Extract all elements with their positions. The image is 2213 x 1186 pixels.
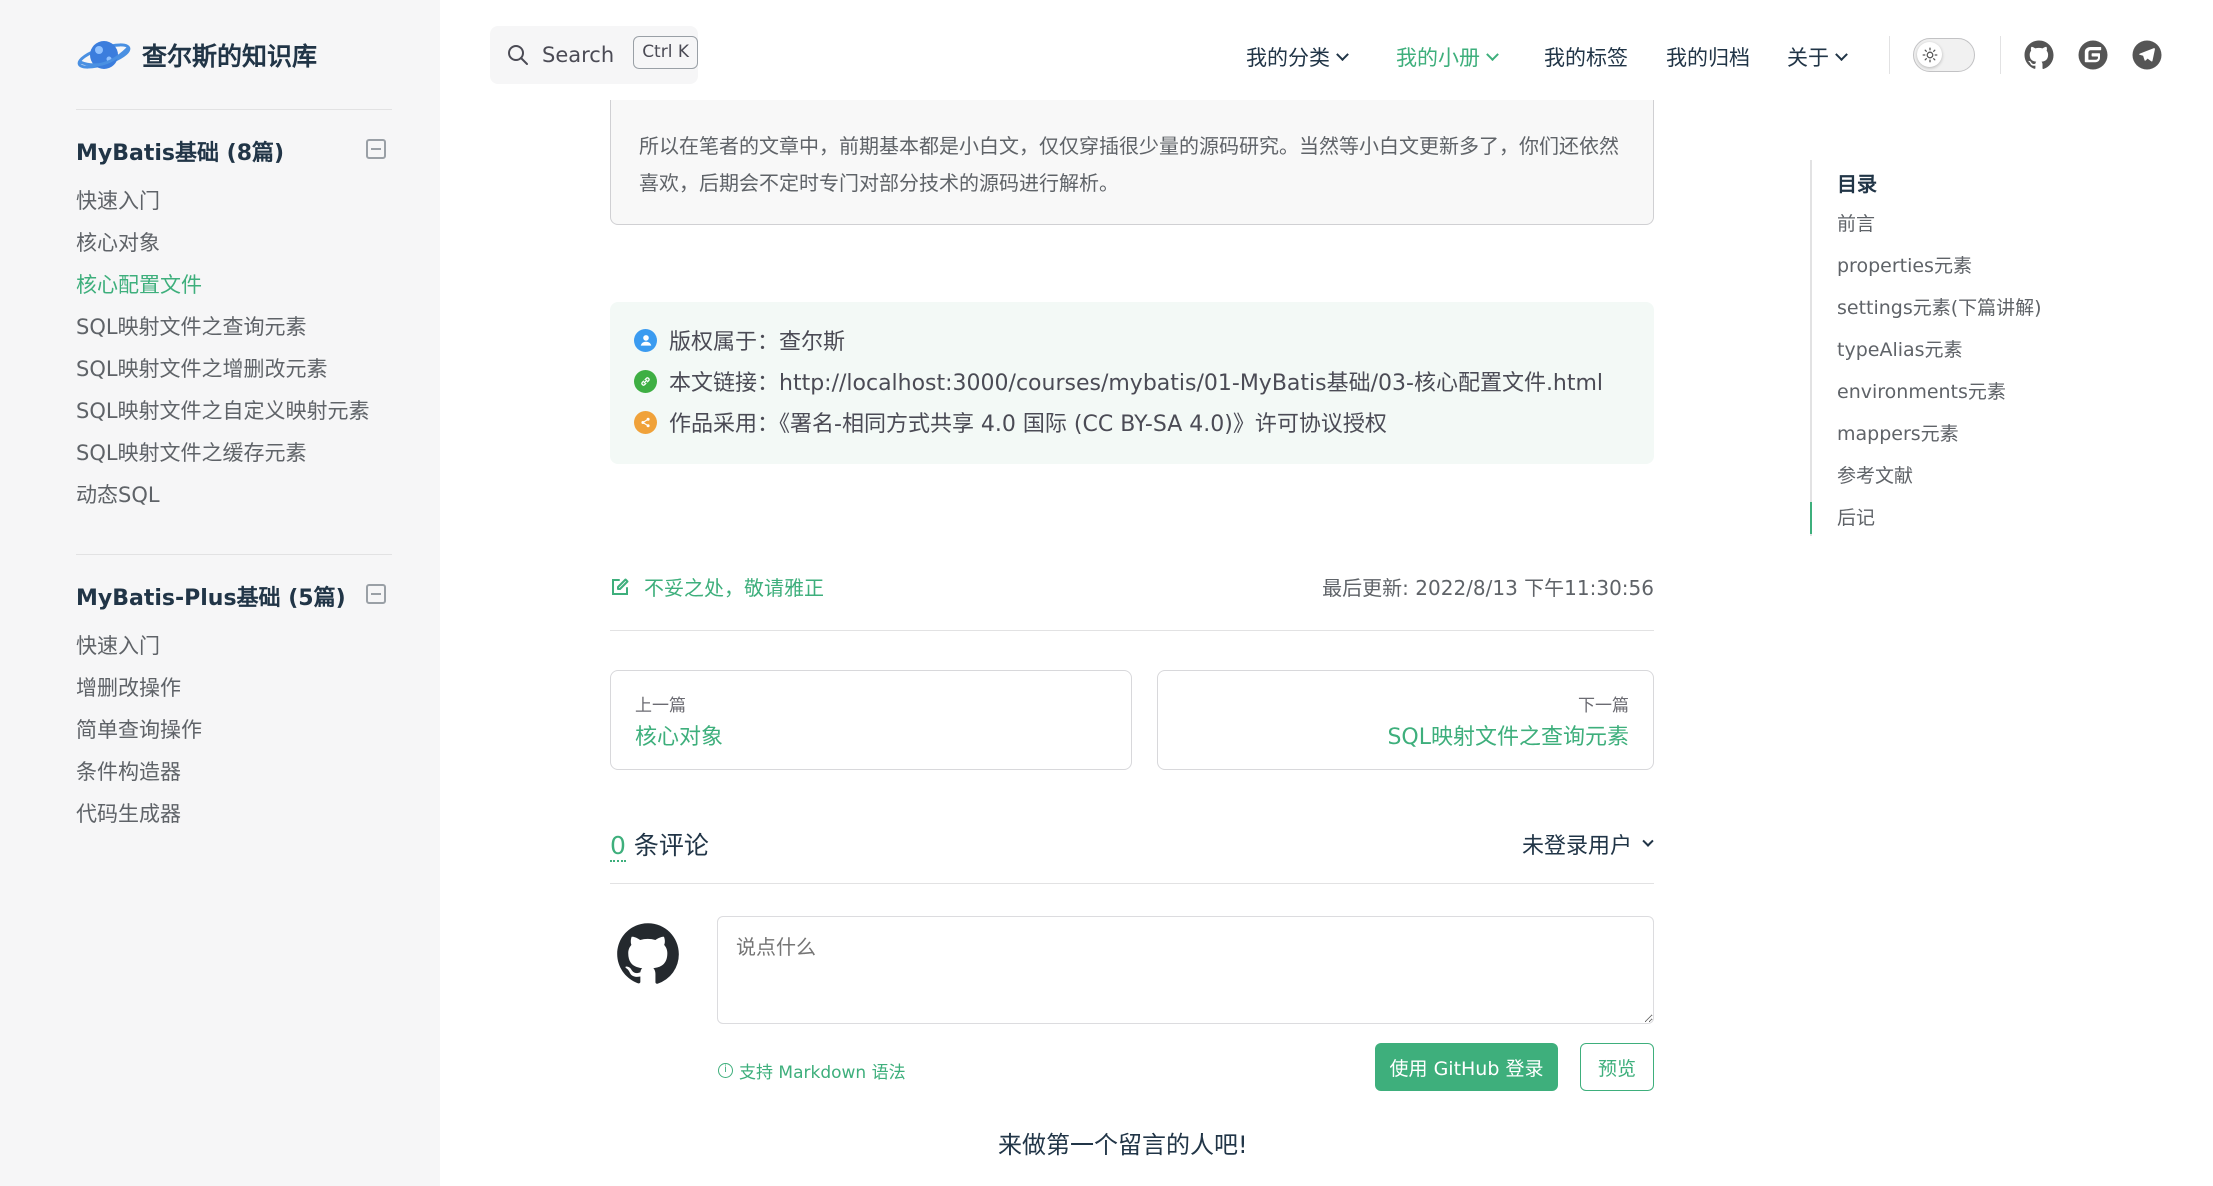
chevron-down-icon [1336, 47, 1349, 61]
share-icon [634, 410, 657, 434]
nav-about-label: 关于 [1787, 46, 1829, 70]
sidebar-group-title-mybatis[interactable]: MyBatis基础 (8篇) [76, 135, 284, 167]
comment-input[interactable] [717, 916, 1654, 1024]
sidebar-divider [76, 554, 392, 555]
nav-tags[interactable]: 我的标签 [1544, 42, 1628, 72]
sidebar-item-dynamic-sql[interactable]: 动态SQL [76, 479, 160, 509]
nav-divider [2000, 36, 2001, 74]
sidebar-item-mp-query[interactable]: 简单查询操作 [76, 714, 202, 744]
toc-item-environments[interactable]: environments元素 [1837, 377, 2006, 404]
toc-item-mappers[interactable]: mappers元素 [1837, 419, 1959, 446]
copyright-license[interactable]: 作品采用：《署名-相同方式共享 4.0 国际 (CC BY-SA 4.0)》许可… [669, 406, 1387, 438]
copyright-box: 版权属于：查尔斯 本文链接：http://localhost:3000/cour… [610, 302, 1654, 464]
last-updated: 最后更新: 2022/8/13 下午11:30:56 [1322, 576, 1654, 600]
next-page-title: SQL映射文件之查询元素 [1387, 725, 1629, 750]
link-icon [634, 369, 657, 393]
sidebar-item-mp-generator[interactable]: 代码生成器 [76, 798, 181, 828]
edit-page-label: 不妥之处，敬请雅正 [644, 576, 824, 600]
prev-page-link[interactable]: 上一篇 核心对象 [610, 670, 1132, 770]
user-icon [634, 328, 657, 352]
avatar [617, 923, 679, 984]
next-page-link[interactable]: 下一篇 SQL映射文件之查询元素 [1157, 670, 1654, 770]
gitee-icon[interactable] [2077, 39, 2109, 71]
nav-categories[interactable]: 我的分类 [1246, 42, 1349, 72]
theme-toggle[interactable] [1913, 38, 1975, 72]
nav-courses[interactable]: 我的小册 [1396, 42, 1499, 72]
prev-page-title: 核心对象 [635, 725, 724, 750]
user-menu[interactable]: 未登录用户 [1521, 828, 1654, 860]
search-label: Search [542, 43, 615, 67]
copyright-author: 版权属于：查尔斯 [669, 330, 846, 355]
toc-title: 目录 [1837, 172, 1877, 196]
sidebar-divider [76, 109, 392, 110]
copyright-link-line: 本文链接：http://localhost:3000/courses/mybat… [634, 365, 1603, 397]
sidebar-item-sql-query[interactable]: SQL映射文件之查询元素 [76, 311, 307, 341]
sidebar-item-sql-custom-map[interactable]: SQL映射文件之自定义映射元素 [76, 395, 370, 425]
toc-item-properties[interactable]: properties元素 [1837, 251, 1972, 278]
user-menu-label: 未登录用户 [1521, 834, 1632, 859]
sidebar-item-core-objects[interactable]: 核心对象 [76, 227, 160, 257]
empty-comments-message: 来做第一个留言的人吧! [998, 1131, 1248, 1159]
sidebar-item-mp-wrapper[interactable]: 条件构造器 [76, 756, 181, 786]
toc-active-marker [1810, 502, 1812, 534]
toc-item-preface[interactable]: 前言 [1837, 209, 1875, 236]
collapse-icon[interactable] [366, 139, 386, 159]
copyright-author-line: 版权属于：查尔斯 [634, 324, 845, 356]
nav-about[interactable]: 关于 [1787, 42, 1848, 72]
markdown-hint-label: 支持 Markdown 语法 [739, 1063, 906, 1083]
sidebar-item-sql-crud[interactable]: SQL映射文件之增删改元素 [76, 353, 328, 383]
toc-track [1810, 160, 1812, 536]
chevron-down-icon [1486, 47, 1499, 61]
toc-item-afterword[interactable]: 后记 [1837, 503, 1875, 530]
comment-count-label: 条评论 [625, 831, 709, 860]
sidebar: 查尔斯的知识库 MyBatis基础 (8篇) 快速入门 核心对象 核心配置文件 … [0, 0, 440, 1186]
search-button[interactable]: Search Ctrl K [490, 26, 698, 84]
nav-categories-label: 我的分类 [1246, 46, 1330, 70]
nav-courses-label: 我的小册 [1396, 46, 1480, 70]
site-logo[interactable]: 查尔斯的知识库 [76, 30, 317, 80]
copyright-license-line: 作品采用：《署名-相同方式共享 4.0 国际 (CC BY-SA 4.0)》许可… [634, 406, 1387, 438]
sidebar-item-core-config[interactable]: 核心配置文件 [76, 269, 202, 299]
github-icon[interactable] [2023, 39, 2055, 71]
planet-logo-icon [77, 41, 131, 69]
nav-tags-label: 我的标签 [1544, 46, 1628, 70]
site-title: 查尔斯的知识库 [142, 42, 318, 71]
chevron-down-icon [1835, 47, 1848, 61]
nav-archives-label: 我的归档 [1666, 46, 1750, 70]
chevron-down-icon [1642, 835, 1654, 847]
edit-icon [612, 578, 629, 595]
sidebar-item-mp-quickstart[interactable]: 快速入门 [76, 630, 160, 660]
nav-divider [1889, 36, 1890, 74]
blockquote-text: 所以在笔者的文章中，前期基本都是小白文，仅仅穿插很少量的源码研究。当然等小白文更… [639, 134, 1619, 195]
toc-item-settings[interactable]: settings元素(下篇讲解) [1837, 293, 2042, 320]
preview-button[interactable]: 预览 [1580, 1043, 1654, 1091]
sidebar-group-title-mybatis-plus[interactable]: MyBatis-Plus基础 (5篇) [76, 580, 346, 612]
collapse-icon[interactable] [366, 584, 386, 604]
info-icon: i [718, 1063, 733, 1078]
edit-page-link[interactable]: 不妥之处，敬请雅正 [610, 572, 824, 601]
next-page-label: 下一篇 [1578, 696, 1629, 716]
github-login-button[interactable]: 使用 GitHub 登录 [1375, 1043, 1558, 1091]
sidebar-item-sql-cache[interactable]: SQL映射文件之缓存元素 [76, 437, 307, 467]
toc-item-references[interactable]: 参考文献 [1837, 461, 1913, 488]
divider [610, 630, 1654, 631]
search-shortcut-key: Ctrl K [633, 36, 698, 69]
sidebar-item-quickstart[interactable]: 快速入门 [76, 185, 160, 215]
telegram-icon[interactable] [2131, 39, 2163, 71]
sidebar-item-mp-crud[interactable]: 增删改操作 [76, 672, 181, 702]
comment-count-number: 0 [610, 831, 626, 862]
sun-icon [1917, 42, 1942, 67]
comment-count: 0 条评论 [610, 826, 709, 862]
prev-page-label: 上一篇 [635, 696, 686, 716]
divider [610, 883, 1654, 884]
toc-item-typealias[interactable]: typeAlias元素 [1837, 335, 1963, 362]
article-blockquote: 所以在笔者的文章中，前期基本都是小白文，仅仅穿插很少量的源码研究。当然等小白文更… [610, 100, 1654, 225]
nav-archives[interactable]: 我的归档 [1666, 42, 1750, 72]
search-icon [508, 45, 528, 65]
copyright-link[interactable]: 本文链接：http://localhost:3000/courses/mybat… [669, 365, 1603, 397]
markdown-hint[interactable]: i 支持 Markdown 语法 [718, 1058, 906, 1083]
